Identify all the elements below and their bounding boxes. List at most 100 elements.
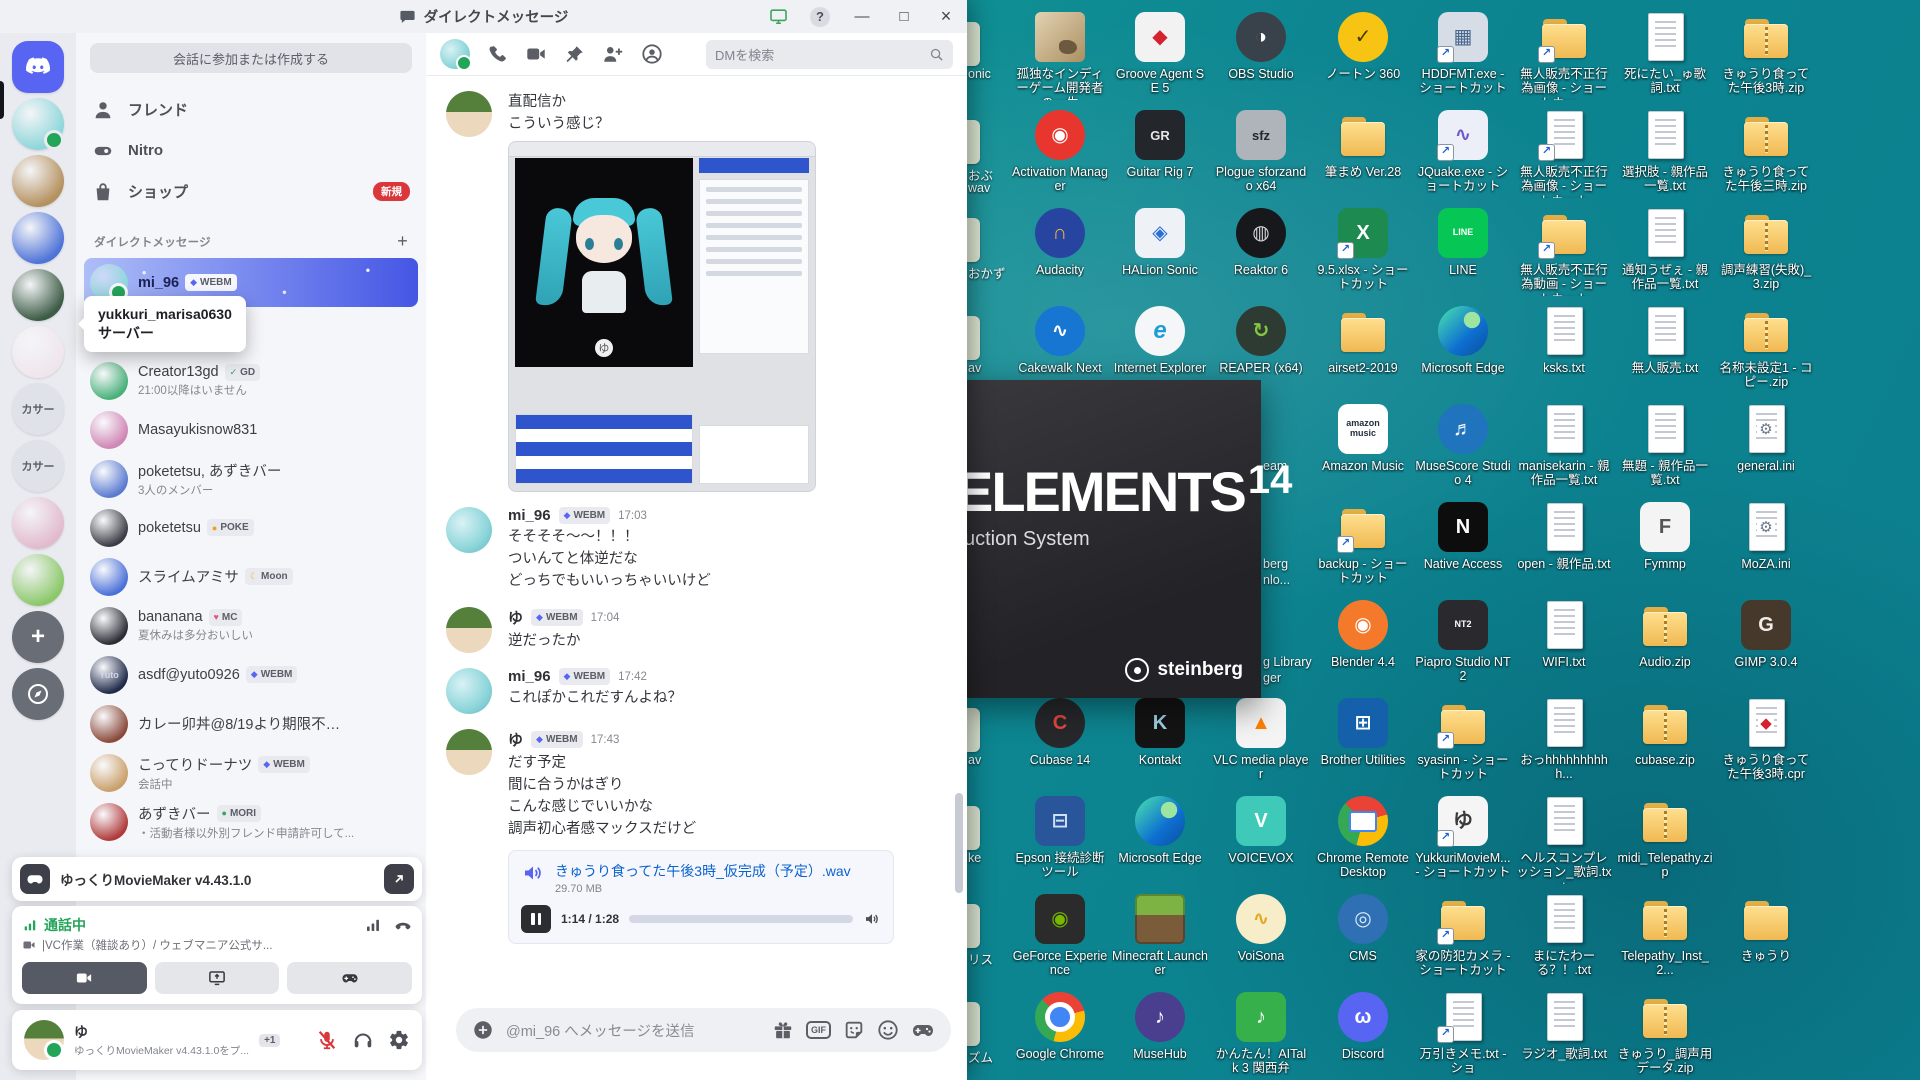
- message-author-avatar[interactable]: [446, 91, 492, 137]
- desktop-icon[interactable]: ♪MuseHub: [1112, 992, 1208, 1061]
- voice-channel-name[interactable]: |VC作業（雑談あり）/ ウェブマニア公式サ...: [42, 937, 272, 953]
- message-author-avatar[interactable]: [446, 607, 492, 653]
- desktop-icon[interactable]: 無人販売.txt: [1617, 306, 1713, 375]
- sidebar-item-friends[interactable]: フレンド: [76, 89, 426, 130]
- message-author-avatar[interactable]: [446, 729, 492, 775]
- partially-hidden-icon[interactable]: [967, 22, 980, 66]
- partially-hidden-icon[interactable]: [967, 316, 980, 360]
- desktop-icon[interactable]: Audio.zip: [1617, 600, 1713, 669]
- desktop-icon[interactable]: 死にたい_ゅ歌詞.txt: [1617, 12, 1713, 96]
- audio-filename[interactable]: きゅうり食ってた午後3時_仮完成（予定）.wav: [555, 861, 851, 881]
- add-server-button[interactable]: +: [12, 611, 64, 663]
- message-author-name[interactable]: ゆ: [508, 729, 523, 750]
- desktop-icon[interactable]: amazon musicAmazon Music: [1315, 404, 1411, 473]
- desktop-icon[interactable]: ♬MuseScore Studio 4: [1415, 404, 1511, 488]
- server-avatar[interactable]: [12, 155, 64, 207]
- desktop-icon[interactable]: open - 親作品.txt: [1516, 502, 1612, 571]
- message-author-avatar[interactable]: [446, 507, 492, 553]
- dm-list-item[interactable]: Creator13gd✓GD21:00以降はいません: [84, 356, 418, 405]
- partially-hidden-icon[interactable]: [967, 904, 980, 948]
- desktop-icon[interactable]: X↗9.5.xlsx - ショートカット: [1315, 208, 1411, 292]
- partially-hidden-icon[interactable]: [967, 1002, 980, 1046]
- desktop-icon[interactable]: VVOICEVOX: [1213, 796, 1309, 865]
- desktop-icon[interactable]: ◈HALion Sonic: [1112, 208, 1208, 277]
- dm-list-item[interactable]: poketetsu, あずきバー3人のメンバー: [84, 454, 418, 503]
- pinned-messages-button[interactable]: [564, 44, 585, 65]
- mic-muted-button[interactable]: [316, 1029, 338, 1051]
- desktop-icon[interactable]: ▦↗HDDFMT.exe - ショートカット: [1415, 12, 1511, 96]
- start-call-button[interactable]: [487, 44, 508, 65]
- desktop-icon[interactable]: ◎CMS: [1315, 894, 1411, 963]
- desktop-icon[interactable]: 無題 - 親作品一覧.txt: [1617, 404, 1713, 488]
- dm-list-item[interactable]: あずきバー●MORI・活動者様以外別フレンド申請許可して...: [84, 797, 418, 846]
- desktop-icon[interactable]: 筆まめ Ver.28: [1315, 110, 1411, 179]
- desktop-icon[interactable]: LINELINE: [1415, 208, 1511, 277]
- desktop-icon[interactable]: KKontakt: [1112, 698, 1208, 767]
- server-avatar[interactable]: [12, 98, 64, 150]
- add-friends-to-dm-button[interactable]: [602, 43, 624, 65]
- emoji-picker-button[interactable]: [877, 1019, 899, 1041]
- desktop-icon[interactable]: ラジオ_歌詞.txt: [1516, 992, 1612, 1061]
- desktop-icon[interactable]: ∿VoiSona: [1213, 894, 1309, 963]
- settings-button[interactable]: [388, 1029, 410, 1051]
- desktop-icon[interactable]: ◍Reaktor 6: [1213, 208, 1309, 277]
- desktop-icon[interactable]: ↗無人販売不正行為画像 - ショートカッ...: [1516, 12, 1612, 100]
- desktop-icon[interactable]: GGIMP 3.0.4: [1718, 600, 1814, 669]
- desktop-icon[interactable]: ∿Cakewalk Next: [1012, 306, 1108, 375]
- partially-hidden-icon[interactable]: [967, 708, 980, 752]
- desktop-icon[interactable]: ✓ノートン 360: [1315, 12, 1411, 81]
- desktop-icon[interactable]: ◉Blender 4.4: [1315, 600, 1411, 669]
- desktop-icon[interactable]: 孤独なインディーゲーム開発者の一生: [1012, 12, 1108, 100]
- dm-search-input[interactable]: DMを検索: [706, 40, 953, 69]
- dm-list-item[interactable]: poketetsu●POKE: [84, 503, 418, 552]
- dm-list-item[interactable]: bananana♥MC夏休みは多分おいしい: [84, 601, 418, 650]
- desktop-icon[interactable]: ◆きゅうり食ってた午後3時.cpr: [1718, 698, 1814, 782]
- desktop-icon[interactable]: ↗syasinn - ショートカット: [1415, 698, 1511, 782]
- desktop-icon[interactable]: Google Chrome: [1012, 992, 1108, 1061]
- camera-toggle-button[interactable]: [22, 962, 147, 994]
- discord-home-button[interactable]: [12, 41, 64, 93]
- desktop-icon[interactable]: ゆ↗YukkuriMovieM... - ショートカット: [1415, 796, 1511, 880]
- apps-button[interactable]: [911, 1018, 935, 1042]
- desktop-icon[interactable]: 通知うぜぇ - 親作品一覧.txt: [1617, 208, 1713, 292]
- desktop-icon[interactable]: きゅうり_調声用データ.zip: [1617, 992, 1713, 1076]
- sidebar-item-nitro[interactable]: Nitro: [76, 130, 426, 171]
- desktop-icon[interactable]: ↗万引きメモ.txt - ショ: [1415, 992, 1511, 1076]
- desktop-icon[interactable]: ◆Groove Agent SE 5: [1112, 12, 1208, 96]
- desktop-icon[interactable]: midi_Telepathy.zip: [1617, 796, 1713, 880]
- desktop-icon[interactable]: ωDiscord: [1315, 992, 1411, 1061]
- dm-list-item[interactable]: スライムアミサ☾Moon: [84, 552, 418, 601]
- chat-scrollbar[interactable]: [955, 793, 963, 893]
- desktop-icon[interactable]: Microsoft Edge: [1112, 796, 1208, 865]
- desktop-icon[interactable]: きゅうり: [1718, 894, 1814, 963]
- message-author-name[interactable]: mi_96: [508, 668, 551, 685]
- pause-button[interactable]: [521, 905, 551, 933]
- desktop-icon[interactable]: きゅうり食ってた午後3時.zip: [1718, 12, 1814, 96]
- desktop-icon[interactable]: きゅうり食ってた午後三時.zip: [1718, 110, 1814, 194]
- user-profile-button[interactable]: [641, 43, 663, 65]
- desktop-icon[interactable]: Telepathy_Inst_2...: [1617, 894, 1713, 978]
- partially-hidden-icon[interactable]: [967, 120, 980, 164]
- user-avatar[interactable]: [24, 1020, 64, 1060]
- desktop-icon[interactable]: Microsoft Edge: [1415, 306, 1511, 375]
- disconnect-call-icon[interactable]: [394, 916, 412, 934]
- desktop-icon[interactable]: ヘルスコンプレッション_歌詞.txt: [1516, 796, 1612, 884]
- gift-button[interactable]: [772, 1019, 794, 1041]
- desktop-icon[interactable]: ↗backup - ショートカット: [1315, 502, 1411, 586]
- dm-list-item[interactable]: カレー卯丼@8/19より期限不明活動...: [84, 699, 418, 748]
- desktop-icon[interactable]: ◉Activation Manager: [1012, 110, 1108, 194]
- desktop-icon[interactable]: NNative Access: [1415, 502, 1511, 571]
- desktop-icon[interactable]: eInternet Explorer: [1112, 306, 1208, 375]
- desktop-icon[interactable]: GRGuitar Rig 7: [1112, 110, 1208, 179]
- desktop-icon[interactable]: Chrome Remote Desktop: [1315, 796, 1411, 880]
- desktop-icon[interactable]: manisekarin - 親作品一覧.txt: [1516, 404, 1612, 488]
- server-avatar[interactable]: [12, 497, 64, 549]
- desktop-icon[interactable]: ↗家の防犯カメラ - ショートカット: [1415, 894, 1511, 978]
- desktop-icon[interactable]: ◉GeForce Experience: [1012, 894, 1108, 978]
- server-avatar[interactable]: [12, 326, 64, 378]
- desktop-icon[interactable]: Minecraft Launcher: [1112, 894, 1208, 978]
- desktop-icon[interactable]: おっhhhhhhhhhh...: [1516, 698, 1612, 782]
- desktop-icon[interactable]: ↗無人販売不正行為動画 - ショートカット: [1516, 208, 1612, 296]
- server-avatar[interactable]: [12, 554, 64, 606]
- partially-hidden-icon[interactable]: [967, 806, 980, 850]
